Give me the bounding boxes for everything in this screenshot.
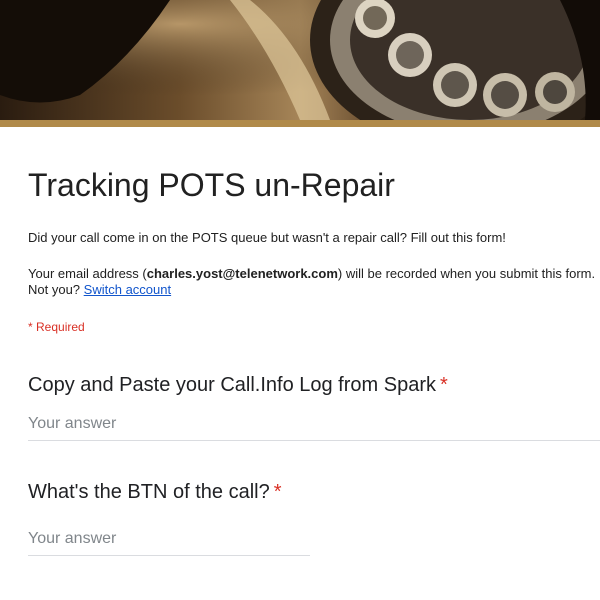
switch-account-link[interactable]: Switch account bbox=[84, 282, 171, 297]
form-description: Did your call come in on the POTS queue … bbox=[28, 230, 506, 245]
user-email: charles.yost@telenetwork.com bbox=[146, 266, 338, 281]
required-asterisk: * bbox=[440, 374, 448, 396]
question-2-title: What's the BTN of the call? * bbox=[28, 479, 282, 505]
required-note: * Required bbox=[28, 320, 85, 334]
required-asterisk: * bbox=[273, 481, 282, 503]
question-2-label: What's the BTN of the call? bbox=[28, 481, 270, 503]
form-title: Tracking POTS un-Repair bbox=[28, 167, 395, 203]
not-you-text: Not you? bbox=[28, 282, 81, 297]
question-1-label: Copy and Paste your Call.Info Log from S… bbox=[28, 374, 436, 396]
call-info-log-input[interactable] bbox=[28, 412, 600, 441]
email-notice: Your email address (charles.yost@telenet… bbox=[28, 266, 600, 298]
rotary-phone-photo bbox=[0, 0, 600, 120]
email-notice-suffix: ) will be recorded when you submit this … bbox=[337, 266, 596, 281]
email-notice-prefix: Your email address ( bbox=[28, 266, 147, 281]
accent-bar bbox=[0, 120, 600, 127]
btn-input[interactable] bbox=[28, 527, 310, 556]
accent-bar-fill bbox=[0, 120, 600, 127]
header-banner-image bbox=[0, 0, 600, 120]
question-1-title: Copy and Paste your Call.Info Log from S… bbox=[28, 372, 448, 398]
